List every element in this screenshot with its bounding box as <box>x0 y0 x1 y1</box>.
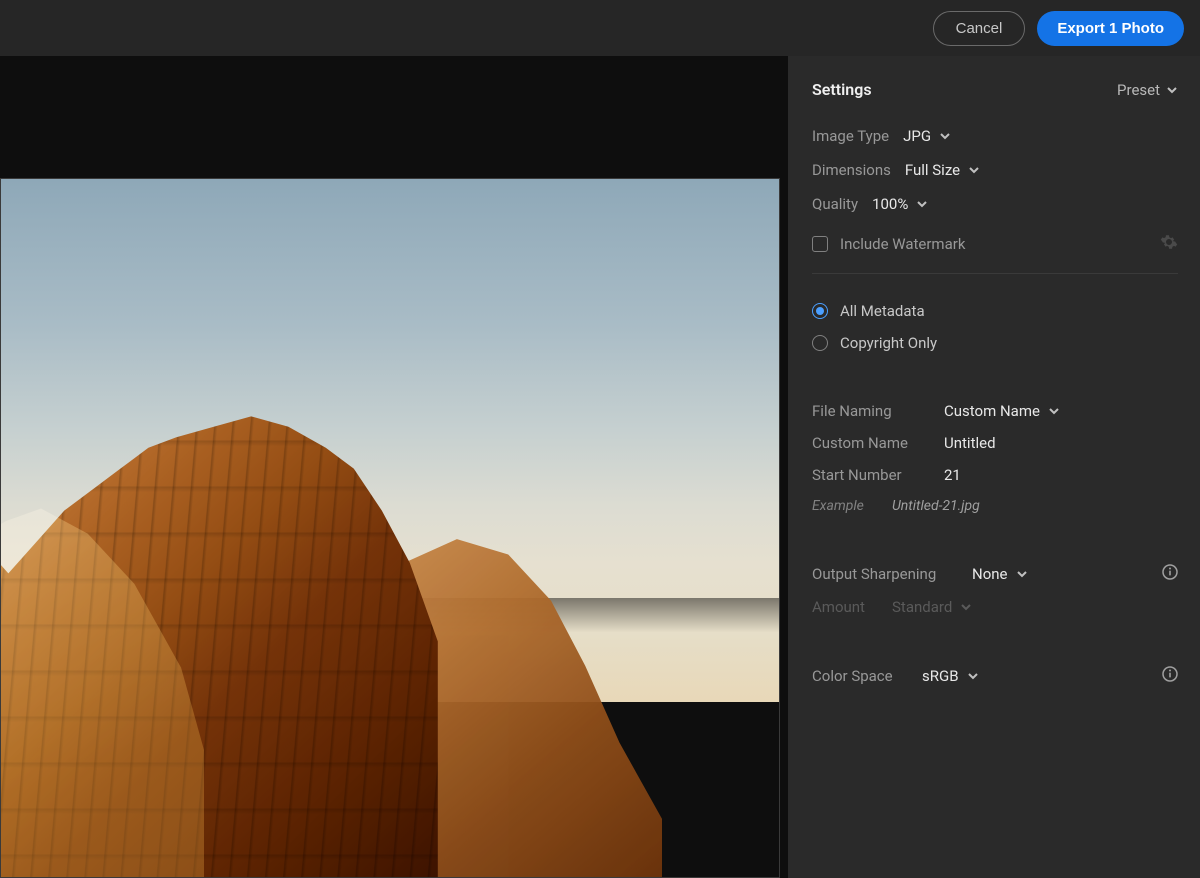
chevron-down-icon <box>1166 84 1178 96</box>
dimensions-value: Full Size <box>905 161 960 179</box>
preset-label: Preset <box>1117 81 1160 99</box>
amount-label: Amount <box>812 598 892 616</box>
chevron-down-icon <box>1048 405 1060 417</box>
file-naming-label: File Naming <box>812 402 944 420</box>
info-icon <box>1162 564 1178 580</box>
color-space-dropdown[interactable]: sRGB <box>922 667 979 685</box>
custom-name-label: Custom Name <box>812 434 944 452</box>
copyright-only-radio[interactable] <box>812 335 828 351</box>
chevron-down-icon <box>968 164 980 176</box>
top-toolbar: Cancel Export 1 Photo <box>0 0 1200 56</box>
output-sharpening-label: Output Sharpening <box>812 565 972 583</box>
divider <box>812 273 1178 274</box>
start-number-label: Start Number <box>812 466 944 484</box>
image-type-value: JPG <box>903 127 931 145</box>
copyright-only-label: Copyright Only <box>840 334 937 352</box>
start-number-field[interactable]: 21 <box>944 466 961 484</box>
custom-name-field[interactable]: Untitled <box>944 434 996 452</box>
amount-dropdown: Standard <box>892 598 972 616</box>
chevron-down-icon <box>1016 568 1028 580</box>
export-button[interactable]: Export 1 Photo <box>1037 11 1184 46</box>
quality-dropdown[interactable]: 100% <box>872 195 928 213</box>
dimensions-label: Dimensions <box>812 161 891 179</box>
photo-preview-area <box>0 56 788 878</box>
output-sharpening-dropdown[interactable]: None <box>972 565 1028 583</box>
color-space-value: sRGB <box>922 667 959 685</box>
chevron-down-icon <box>967 670 979 682</box>
info-icon <box>1162 666 1178 682</box>
settings-panel: Settings Preset Image Type JPG Dimension… <box>788 56 1200 878</box>
quality-value: 100% <box>872 195 908 213</box>
output-sharpening-info[interactable] <box>1162 564 1178 584</box>
amount-value: Standard <box>892 598 952 616</box>
cancel-button[interactable]: Cancel <box>933 11 1026 46</box>
output-sharpening-value: None <box>972 565 1008 583</box>
include-watermark-checkbox[interactable] <box>812 236 828 252</box>
settings-title: Settings <box>812 80 872 99</box>
example-label: Example <box>812 498 892 514</box>
image-type-label: Image Type <box>812 127 889 145</box>
color-space-label: Color Space <box>812 667 922 685</box>
image-type-dropdown[interactable]: JPG <box>903 127 951 145</box>
file-naming-value: Custom Name <box>944 402 1040 420</box>
watermark-settings-gear[interactable] <box>1160 233 1178 255</box>
file-naming-dropdown[interactable]: Custom Name <box>944 402 1060 420</box>
quality-label: Quality <box>812 195 858 213</box>
chevron-down-icon <box>939 130 951 142</box>
include-watermark-label: Include Watermark <box>840 235 965 253</box>
chevron-down-icon <box>916 198 928 210</box>
color-space-info[interactable] <box>1162 666 1178 686</box>
gear-icon <box>1160 233 1178 251</box>
all-metadata-radio[interactable] <box>812 303 828 319</box>
photo-preview <box>0 178 780 878</box>
main-area: Settings Preset Image Type JPG Dimension… <box>0 56 1200 878</box>
chevron-down-icon <box>960 601 972 613</box>
dimensions-dropdown[interactable]: Full Size <box>905 161 980 179</box>
all-metadata-label: All Metadata <box>840 302 925 320</box>
preset-dropdown[interactable]: Preset <box>1117 81 1178 99</box>
example-value: Untitled-21.jpg <box>892 498 980 514</box>
